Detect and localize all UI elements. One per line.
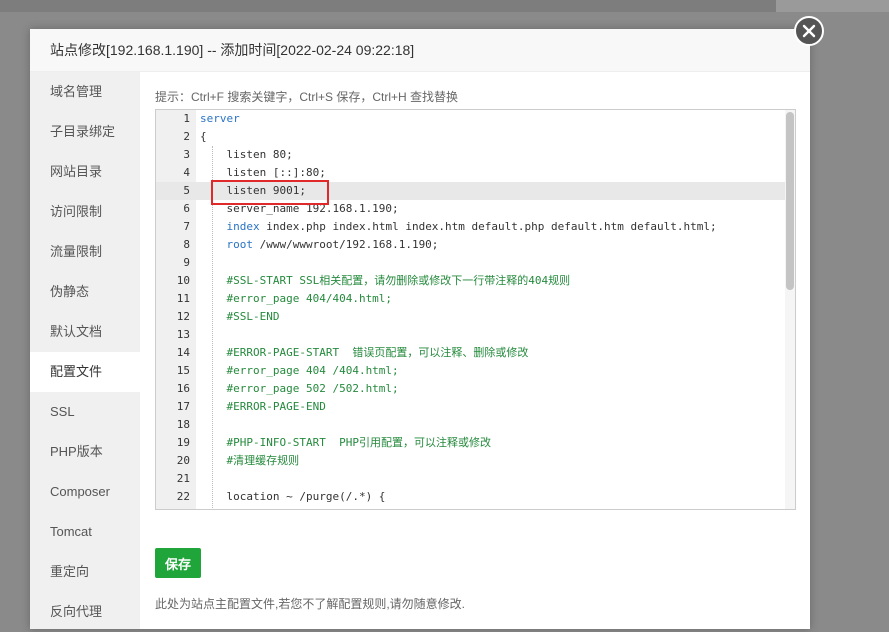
code-line: 11 #error_page 404/404.html; [156,290,795,308]
code-text: server [200,112,240,125]
code-line: 12 #SSL-END [156,308,795,326]
code-rest: /www/wwwroot/192.168.1.190; [253,238,439,251]
code-line: 20 #清理缓存规则 [156,452,795,470]
sidebar-item[interactable]: 访问限制 [30,192,140,232]
line-number: 10 [176,274,190,287]
editor-tip: 提示：Ctrl+F 搜索关键字，Ctrl+S 保存，Ctrl+H 查找替换 [155,90,459,104]
line-number: 22 [176,490,190,503]
code-editor[interactable]: 1 server 2{3 listen 80; 4 listen [::]:80; 5 … [155,109,796,510]
code-line: 22 location ~ /purge(/.*) { [156,488,795,506]
code-line: 10 #SSL-START SSL相关配置，请勿删除或修改下一行带注释的404规… [156,272,795,290]
sidebar-item[interactable]: Composer [30,472,140,512]
sidebar-item[interactable]: 伪静态 [30,272,140,312]
line-number: 20 [176,454,190,467]
code-text: #SSL-START SSL相关配置，请勿删除或修改下一行带注释的404规则 [200,274,571,287]
line-number: 5 [183,184,190,197]
code-text: root /www/wwwroot/192.168.1.190; [200,236,439,254]
code-text: #PHP-INFO-START PHP引用配置，可以注释或修改 [200,436,491,449]
code-line: 9 [156,254,795,272]
backdrop-top-right [776,0,889,12]
code-text: #ERROR-PAGE-START 错误页配置，可以注释、删除或修改 [200,346,529,359]
sidebar-item[interactable]: 反向代理 [30,592,140,632]
annotation-highlight-box [211,180,329,205]
code-lines: 1 server 2{3 listen 80; 4 listen [::]:80; 5 … [156,110,795,506]
code-line: 1 server [156,110,795,128]
sidebar-nav: 域名管理 子目录绑定 网站目录 访问限制 流量限制 伪静态 默认文档 配置文件 SSL PHP版本… [30,72,140,629]
code-line: 3 listen 80; [156,146,795,164]
code-line: 8 root /www/wwwroot/192.168.1.190; [156,236,795,254]
code-text: { [200,130,207,143]
line-number: 13 [176,328,190,341]
line-number: 2 [183,130,190,143]
sidebar-item[interactable]: Tomcat [30,512,140,552]
code-text: location ~ /purge(/.*) { [200,490,386,503]
sidebar-item[interactable]: PHP版本 [30,432,140,472]
sidebar-item[interactable]: SSL [30,392,140,432]
code-line: 7 index index.php index.html index.htm d… [156,218,795,236]
code-rest: index.php index.html index.htm default.p… [259,220,717,233]
line-number: 21 [176,472,190,485]
code-line: 21 [156,470,795,488]
code-line: 14 #ERROR-PAGE-START 错误页配置，可以注释、删除或修改 [156,344,795,362]
line-number: 19 [176,436,190,449]
code-line: 18 [156,416,795,434]
line-number: 6 [183,202,190,215]
code-line: 19 #PHP-INFO-START PHP引用配置，可以注释或修改 [156,434,795,452]
sidebar-item[interactable]: 域名管理 [30,72,140,112]
code-line: 17 #ERROR-PAGE-END [156,398,795,416]
code-line: 15 #error_page 404 /404.html; [156,362,795,380]
code-text: #清理缓存规则 [200,454,300,467]
config-panel: 提示：Ctrl+F 搜索关键字，Ctrl+S 保存，Ctrl+H 查找替换 1s… [155,72,796,629]
site-edit-modal: 站点修改[192.168.1.190] -- 添加时间[2022-02-24 0… [30,29,810,629]
backdrop-top-bar [0,0,889,12]
line-number: 7 [183,220,190,233]
sidebar-item[interactable]: 网站目录 [30,152,140,192]
line-number: 1 [183,112,190,125]
sidebar-item[interactable]: 默认文档 [30,312,140,352]
code-text: listen 80; [200,148,293,161]
code-keyword: root [226,238,254,251]
sidebar-item[interactable]: 重定向 [30,552,140,592]
code-line: 16 #error_page 502 /502.html; [156,380,795,398]
editor-scrollbar-thumb[interactable] [786,112,794,290]
line-number: 14 [176,346,190,359]
code-text: #ERROR-PAGE-END [200,400,326,413]
sidebar-item[interactable]: 子目录绑定 [30,112,140,152]
code-text: #error_page 404 /404.html; [200,364,399,377]
editor-scrollbar[interactable] [785,110,795,509]
line-number: 9 [183,256,190,269]
code-text: #error_page 404/404.html; [200,292,393,305]
modal-title: 站点修改[192.168.1.190] -- 添加时间[2022-02-24 0… [30,29,810,72]
line-number: 3 [183,148,190,161]
code-text: #error_page 502 /502.html; [200,382,399,395]
save-button[interactable]: 保存 [155,548,201,578]
line-number: 16 [176,382,190,395]
code-line: 13 [156,326,795,344]
line-number: 4 [183,166,190,179]
sidebar-item[interactable]: 流量限制 [30,232,140,272]
code-text: index index.php index.html index.htm def… [200,218,717,236]
sidebar-item[interactable]: 配置文件 [30,352,140,392]
line-number: 18 [176,418,190,431]
close-icon [802,24,816,38]
line-number: 11 [176,292,190,305]
code-keyword: index [226,220,260,233]
config-warning-note: 此处为站点主配置文件,若您不了解配置规则,请勿随意修改. [155,597,466,611]
line-number: 17 [176,400,190,413]
line-number: 12 [176,310,190,323]
line-number: 8 [183,238,190,251]
code-line: 2{ [156,128,795,146]
close-button[interactable] [794,16,824,46]
line-number: 15 [176,364,190,377]
